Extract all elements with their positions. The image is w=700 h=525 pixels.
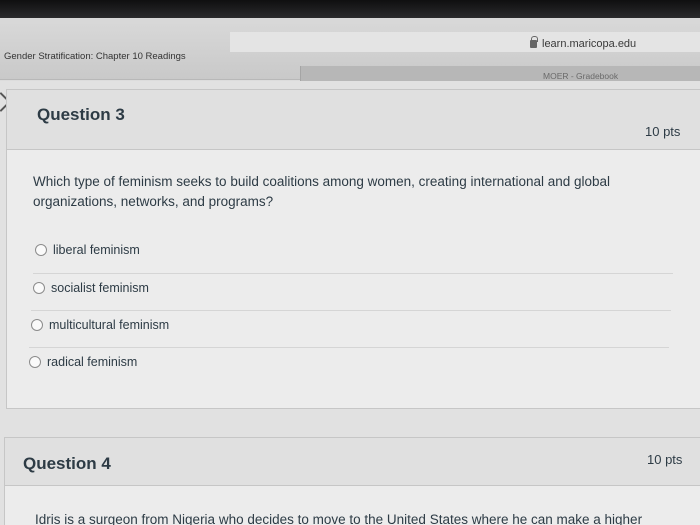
question-points: 10 pts — [647, 452, 683, 467]
screen-bezel — [0, 0, 700, 18]
radio-button[interactable] — [33, 281, 45, 294]
radio-button[interactable] — [31, 318, 43, 331]
question-card-4: Question 4 10 pts Idris is a surgeon fro… — [4, 437, 700, 525]
url-display[interactable]: learn.maricopa.edu — [530, 36, 637, 50]
answer-option[interactable]: liberal feminism — [35, 236, 675, 264]
question-text: Which type of feminism seeks to build co… — [33, 172, 673, 212]
url-text: learn.maricopa.edu — [542, 38, 637, 50]
answer-option[interactable]: socialist feminism — [33, 273, 673, 301]
answer-label: radical feminism — [47, 354, 138, 369]
answer-option[interactable]: multicultural feminism — [31, 310, 671, 338]
question-text-line: Which type of feminism seeks to build co… — [33, 174, 611, 189]
quiz-page: Question 3 10 pts Which type of feminism… — [0, 81, 700, 525]
tab-gradebook-label: MOER - Gradebook — [543, 71, 619, 81]
question-card-3: Question 3 10 pts Which type of feminism… — [6, 89, 700, 409]
question-header: Question 3 10 pts — [7, 90, 700, 150]
browser-toolbar: learn.maricopa.edu Gender Stratification… — [0, 18, 700, 90]
question-title: Question 4 — [23, 454, 111, 473]
question-text: Idris is a surgeon from Nigeria who deci… — [35, 512, 643, 525]
question-text-line: organizations, networks, and programs? — [33, 194, 274, 209]
tab-title[interactable]: Gender Stratification: Chapter 10 Readin… — [4, 51, 186, 62]
answer-label: socialist feminism — [51, 280, 149, 295]
lock-icon — [530, 36, 538, 48]
radio-button[interactable] — [29, 355, 41, 368]
question-title: Question 3 — [37, 105, 125, 124]
question-points: 10 pts — [645, 124, 681, 139]
question-header: Question 4 10 pts — [5, 438, 700, 486]
radio-button[interactable] — [35, 244, 47, 256]
answer-label: multicultural feminism — [49, 317, 170, 332]
answer-label: liberal feminism — [53, 243, 140, 257]
answer-option[interactable]: radical feminism — [29, 347, 669, 375]
